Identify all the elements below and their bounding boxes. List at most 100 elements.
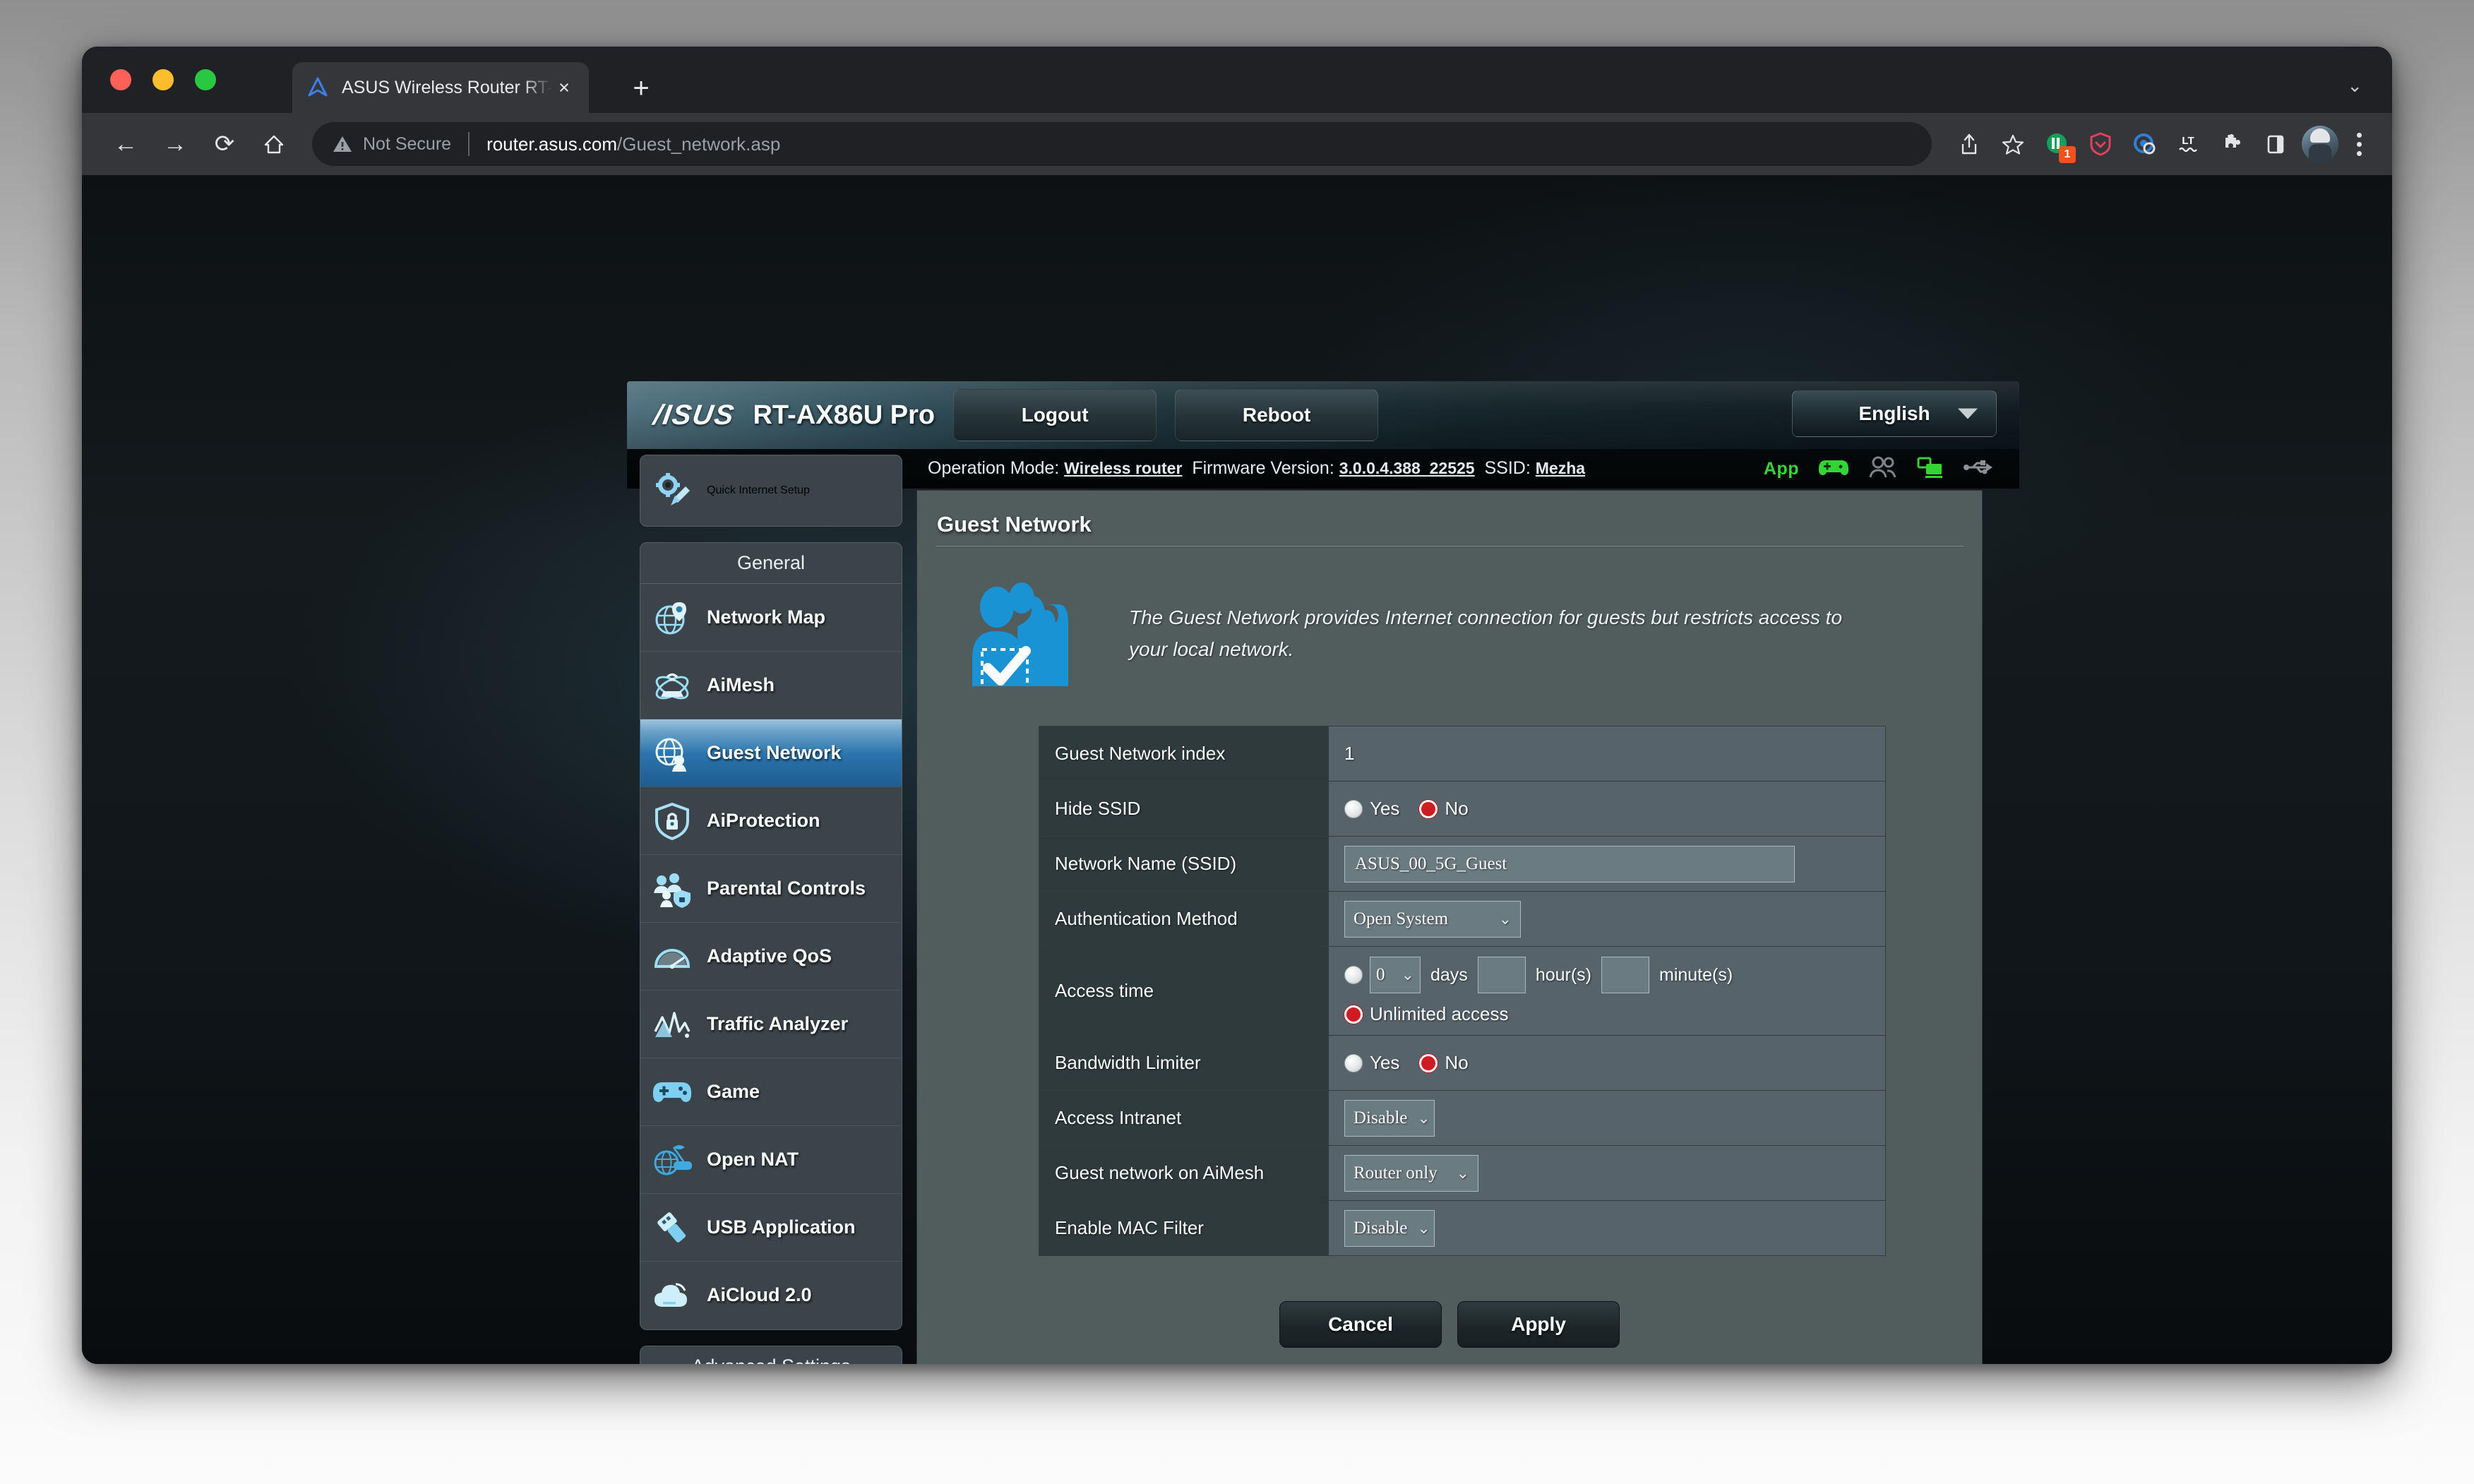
hide-ssid-yes-radio[interactable] [1344, 799, 1363, 818]
usb-icon[interactable] [1963, 458, 1994, 480]
advanced-settings-card: Advanced Settings Wireless [640, 1346, 902, 1364]
sidebar-item-aiprotection[interactable]: AiProtection [640, 787, 902, 855]
tab-strip: ASUS Wireless Router RT-AX86 × + ⌄ [82, 47, 2392, 113]
guest-network-icon [650, 731, 694, 775]
close-tab-icon[interactable]: × [552, 76, 576, 100]
browser-window: ASUS Wireless Router RT-AX86 × + ⌄ ← → ⟳… [82, 47, 2392, 1364]
sidebar-item-aimesh[interactable]: AiMesh [640, 652, 902, 719]
open-nat-icon [650, 1138, 694, 1182]
languagetool-extension-icon[interactable]: LT [2166, 122, 2210, 166]
share-icon[interactable] [1947, 122, 1991, 166]
cloud-icon [650, 1274, 694, 1317]
aimesh-icon [650, 664, 694, 707]
chevron-down-icon: ⌄ [1417, 1219, 1430, 1237]
minimize-window-button[interactable] [153, 69, 174, 90]
sidebar-item-aicloud[interactable]: AiCloud 2.0 [640, 1262, 902, 1329]
new-tab-button[interactable]: + [626, 73, 657, 104]
sidebar-item-open-nat[interactable]: Open NAT [640, 1126, 902, 1194]
access-time-limited-radio[interactable] [1344, 966, 1363, 984]
ssid-value-cell: ASUS_00_5G_Guest [1328, 836, 1886, 892]
firmware-value[interactable]: 3.0.0.4.388_22525 [1339, 459, 1475, 477]
enable-mac-filter-cell: Disable ⌄ [1328, 1200, 1886, 1256]
access-time-unlimited-radio[interactable] [1344, 1005, 1363, 1024]
chevron-down-icon[interactable]: ⌄ [2347, 75, 2362, 97]
password-manager-icon[interactable] [2079, 122, 2122, 166]
guest-users-illustration-icon [957, 580, 1105, 692]
access-time-days-value: 0 [1376, 965, 1385, 984]
side-panel-icon[interactable] [2254, 122, 2297, 166]
access-time-minutes-input[interactable] [1601, 957, 1649, 993]
sidebar-item-quick-internet-setup[interactable]: Quick Internet Setup [640, 455, 902, 526]
forward-button[interactable]: → [155, 124, 195, 164]
table-row: Authentication Method Open System ⌄ [1039, 891, 1886, 947]
apply-button[interactable]: Apply [1457, 1301, 1620, 1348]
row-label: Bandwidth Limiter [1039, 1035, 1329, 1091]
operation-mode-value[interactable]: Wireless router [1064, 459, 1182, 477]
logout-button[interactable]: Logout [953, 389, 1157, 441]
access-intranet-select[interactable]: Disable ⌄ [1344, 1099, 1435, 1137]
users-icon[interactable] [1868, 456, 1898, 482]
guest-network-index-value: 1 [1328, 726, 1886, 782]
hide-ssid-value: Yes No [1328, 781, 1886, 837]
maximize-window-button[interactable] [195, 69, 216, 90]
window-controls [110, 69, 216, 90]
guest-network-aimesh-select[interactable]: Router only ⌄ [1344, 1154, 1478, 1192]
screen-mirror-icon[interactable] [1916, 456, 1944, 482]
enable-mac-filter-select[interactable]: Disable ⌄ [1344, 1209, 1435, 1247]
close-window-button[interactable] [110, 69, 131, 90]
reload-button[interactable]: ⟳ [205, 124, 244, 164]
privacy-badger-icon[interactable] [2122, 122, 2166, 166]
authentication-method-cell: Open System ⌄ [1328, 891, 1886, 947]
bookmark-star-icon[interactable] [1991, 122, 2035, 166]
address-bar[interactable]: Not Secure router.asus.com/Guest_network… [312, 122, 1932, 166]
access-time-unlimited-row: Unlimited access [1344, 1003, 1885, 1025]
quick-setup-icon [650, 469, 694, 513]
access-time-limited-row: 0 ⌄ days hour(s) minute(s) [1344, 957, 1885, 993]
network-map-icon [650, 596, 694, 640]
hide-ssid-radio-group: Yes No [1344, 798, 1885, 820]
page-title: Guest Network [937, 512, 1092, 537]
back-button[interactable]: ← [106, 124, 145, 164]
bandwidth-limiter-no-radio[interactable] [1419, 1053, 1438, 1072]
browser-tab[interactable]: ASUS Wireless Router RT-AX86 × [292, 62, 589, 113]
access-time-days-select[interactable]: 0 ⌄ [1370, 957, 1421, 993]
not-secure-warning-icon [332, 134, 353, 154]
access-time-unlimited-label: Unlimited access [1370, 1003, 1509, 1024]
cancel-button[interactable]: Cancel [1279, 1301, 1442, 1348]
toolbar-actions: 1 LT [1947, 122, 2392, 166]
guest-network-aimesh-value: Router only [1353, 1163, 1438, 1183]
home-button[interactable] [254, 124, 294, 164]
game-controller-icon[interactable] [1817, 456, 1850, 482]
sidebar-item-usb-application[interactable]: USB Application [640, 1194, 902, 1262]
reboot-button[interactable]: Reboot [1175, 389, 1379, 441]
form-actions: Cancel Apply [917, 1301, 1982, 1348]
puzzle-extensions-icon[interactable] [2210, 122, 2254, 166]
browser-menu-icon[interactable] [2343, 122, 2375, 166]
url-text: router.asus.com/Guest_network.asp [486, 133, 780, 155]
sidebar-item-label: Open NAT [707, 1148, 799, 1170]
language-selector[interactable]: English [1792, 390, 1997, 437]
ssid-label: SSID: [1484, 458, 1531, 478]
general-card: General Network Map AiMesh Guest Network… [640, 542, 902, 1330]
authentication-method-select[interactable]: Open System ⌄ [1344, 900, 1521, 938]
table-row: Enable MAC Filter Disable ⌄ [1039, 1200, 1886, 1256]
sidebar-item-game[interactable]: Game [640, 1058, 902, 1126]
grammar-extension-icon[interactable]: 1 [2035, 122, 2079, 166]
sidebar-item-adaptive-qos[interactable]: Adaptive QoS [640, 923, 902, 991]
access-time-hours-input[interactable] [1477, 957, 1526, 993]
ssid-input[interactable]: ASUS_00_5G_Guest [1344, 845, 1795, 882]
bandwidth-limiter-yes-radio[interactable] [1344, 1053, 1363, 1072]
row-label: Network Name (SSID) [1039, 836, 1329, 892]
sidebar-item-network-map[interactable]: Network Map [640, 584, 902, 652]
hide-ssid-no-radio[interactable] [1419, 799, 1438, 818]
sidebar-item-label: Network Map [707, 606, 826, 628]
access-time-minutes-label: minute(s) [1659, 964, 1733, 985]
profile-avatar[interactable] [2302, 126, 2338, 162]
sidebar-item-guest-network[interactable]: Guest Network [640, 719, 902, 787]
sidebar-item-traffic-analyzer[interactable]: Traffic Analyzer [640, 991, 902, 1058]
sidebar-item-parental-controls[interactable]: Parental Controls [640, 855, 902, 923]
app-label[interactable]: App [1764, 459, 1799, 479]
ssid-value[interactable]: Mezha [1536, 459, 1585, 477]
table-row: Guest Network index 1 [1039, 726, 1886, 782]
authentication-method-value: Open System [1353, 909, 1449, 928]
